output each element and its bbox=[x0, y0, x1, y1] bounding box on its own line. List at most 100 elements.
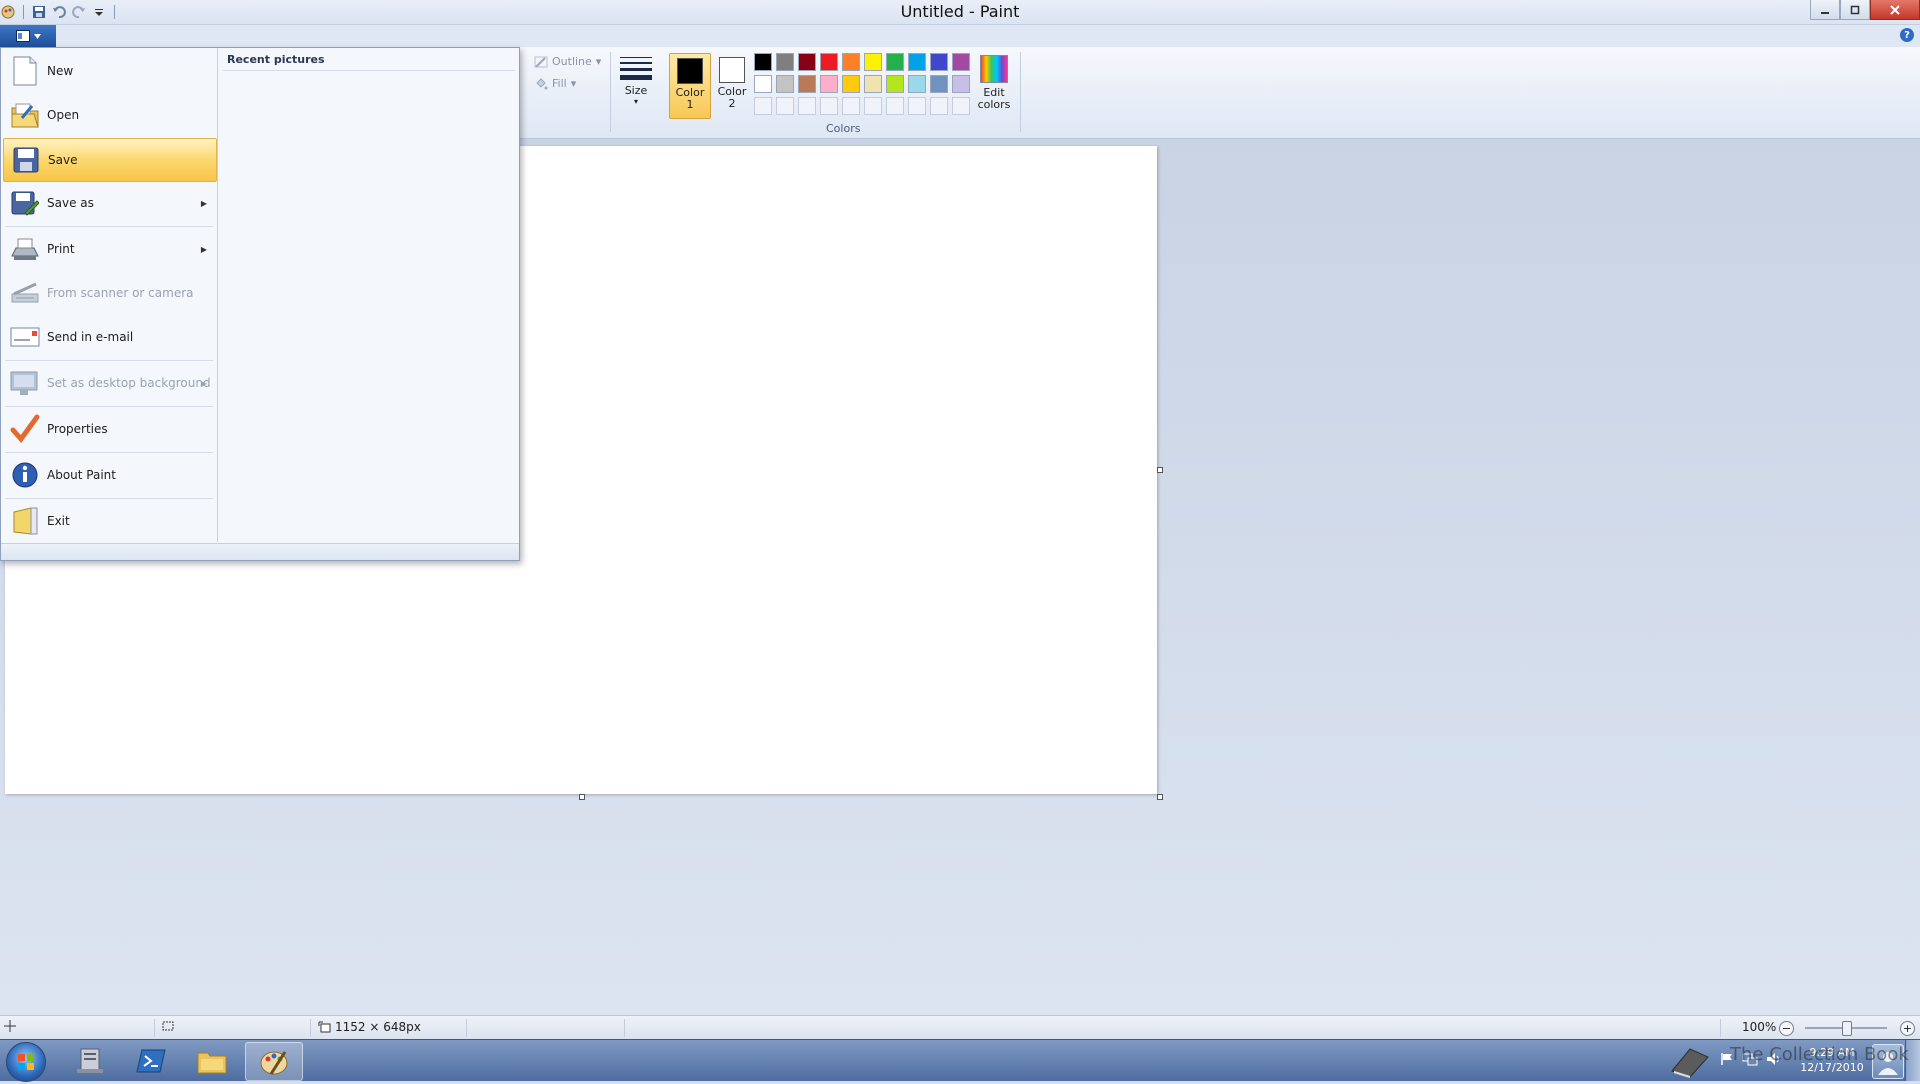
ribbon-tab-strip bbox=[0, 25, 1920, 47]
file-menu-commands: New Open Save Save as ▶ Print ▶ From sca… bbox=[1, 48, 218, 542]
menu-item-save-as[interactable]: Save as ▶ bbox=[3, 182, 215, 224]
taskbar-powershell[interactable] bbox=[123, 1042, 179, 1079]
palette-custom-swatch[interactable] bbox=[842, 97, 860, 115]
menu-item-label: Set as desktop background bbox=[47, 376, 211, 390]
canvas-size-icon bbox=[318, 1021, 331, 1033]
email-icon bbox=[9, 321, 41, 353]
palette-swatch[interactable] bbox=[754, 75, 772, 93]
maximize-button[interactable] bbox=[1840, 0, 1870, 20]
palette-custom-swatch[interactable] bbox=[886, 97, 904, 115]
edit-colors-label: Edit colors bbox=[977, 86, 1011, 111]
paint-menu-button[interactable] bbox=[0, 25, 56, 47]
window-controls bbox=[1810, 0, 1920, 20]
palette-swatch[interactable] bbox=[842, 53, 860, 71]
palette-swatch[interactable] bbox=[864, 75, 882, 93]
status-separator bbox=[310, 1019, 311, 1037]
palette-swatch[interactable] bbox=[886, 75, 904, 93]
palette-swatch[interactable] bbox=[864, 53, 882, 71]
color2-swatch bbox=[719, 57, 745, 83]
taskbar-paint[interactable] bbox=[245, 1042, 303, 1081]
folder-icon bbox=[197, 1052, 227, 1073]
status-bar: 1152 × 648px 100% − + bbox=[0, 1015, 1920, 1040]
zoom-out-button[interactable]: − bbox=[1779, 1021, 1794, 1036]
zoom-slider-thumb[interactable] bbox=[1842, 1021, 1852, 1036]
edit-colors-button[interactable]: Edit colors bbox=[974, 53, 1014, 111]
palette-swatch[interactable] bbox=[908, 53, 926, 71]
menu-item-properties[interactable]: Properties bbox=[3, 408, 215, 450]
size-button[interactable]: Size ▾ bbox=[618, 53, 654, 106]
status-separator bbox=[624, 1019, 625, 1037]
windows-logo-icon bbox=[18, 1054, 34, 1070]
help-icon[interactable]: ? bbox=[1900, 28, 1914, 42]
zoom-in-button[interactable]: + bbox=[1900, 1021, 1915, 1036]
palette-swatch[interactable] bbox=[798, 75, 816, 93]
server-manager-icon bbox=[77, 1048, 103, 1073]
taskbar-server-manager[interactable] bbox=[62, 1042, 118, 1079]
color1-button[interactable]: Color 1 bbox=[669, 53, 711, 119]
menu-item-send-email[interactable]: Send in e-mail bbox=[3, 316, 215, 358]
palette-custom-swatch[interactable] bbox=[798, 97, 816, 115]
menu-item-about-paint[interactable]: About Paint bbox=[3, 454, 215, 496]
palette-swatch[interactable] bbox=[842, 75, 860, 93]
palette-custom-swatch[interactable] bbox=[864, 97, 882, 115]
palette-swatch[interactable] bbox=[776, 75, 794, 93]
palette-swatch[interactable] bbox=[908, 75, 926, 93]
status-separator bbox=[1720, 1019, 1721, 1037]
palette-swatch[interactable] bbox=[820, 75, 838, 93]
menu-item-label: Save bbox=[48, 153, 78, 167]
menu-item-exit[interactable]: Exit bbox=[3, 500, 215, 542]
crosshair-icon bbox=[4, 1020, 16, 1032]
palette-custom-swatch[interactable] bbox=[820, 97, 838, 115]
new-document-icon bbox=[9, 55, 41, 87]
canvas-resize-handle-right[interactable] bbox=[1157, 467, 1163, 473]
outline-label: Outline bbox=[552, 55, 592, 68]
menu-item-label: About Paint bbox=[47, 468, 116, 482]
menu-item-label: From scanner or camera bbox=[47, 286, 194, 300]
menu-item-save[interactable]: Save bbox=[3, 138, 217, 182]
taskbar-explorer[interactable] bbox=[184, 1042, 240, 1079]
palette-swatch[interactable] bbox=[930, 75, 948, 93]
menu-item-from-scanner[interactable]: From scanner or camera bbox=[3, 272, 215, 314]
canvas-resize-handle-corner[interactable] bbox=[1157, 794, 1163, 800]
palette-swatch[interactable] bbox=[798, 53, 816, 71]
scanner-icon bbox=[9, 277, 41, 309]
palette-custom-swatch[interactable] bbox=[776, 97, 794, 115]
palette-swatch[interactable] bbox=[776, 53, 794, 71]
canvas-resize-handle-bottom[interactable] bbox=[579, 794, 585, 800]
color2-label: Color 2 bbox=[717, 85, 747, 110]
chevron-down-icon: ▾ bbox=[570, 77, 577, 90]
recent-pictures-divider bbox=[223, 70, 515, 71]
palette-swatch[interactable] bbox=[820, 53, 838, 71]
menu-item-new[interactable]: New bbox=[3, 50, 215, 92]
menu-item-set-desktop-background[interactable]: Set as desktop background ▶ bbox=[3, 362, 215, 404]
fill-button[interactable]: Fill ▾ bbox=[534, 77, 576, 90]
palette-swatch[interactable] bbox=[952, 53, 970, 71]
submenu-arrow-icon: ▶ bbox=[200, 244, 207, 254]
palette-swatch[interactable] bbox=[952, 75, 970, 93]
palette-swatch[interactable] bbox=[754, 53, 772, 71]
palette-custom-swatch[interactable] bbox=[908, 97, 926, 115]
menu-separator bbox=[5, 360, 213, 361]
minimize-button[interactable] bbox=[1810, 0, 1840, 20]
exit-icon bbox=[9, 505, 41, 537]
color-palette bbox=[754, 53, 970, 115]
palette-swatch[interactable] bbox=[886, 53, 904, 71]
window-title: Untitled - Paint bbox=[900, 2, 1020, 21]
taskbar: 9:29 AM 12/17/2010 bbox=[0, 1039, 1920, 1082]
file-menu: New Open Save Save as ▶ Print ▶ From sca… bbox=[0, 47, 520, 561]
close-button[interactable] bbox=[1870, 0, 1920, 20]
file-menu-footer bbox=[1, 543, 519, 560]
powershell-icon bbox=[136, 1049, 166, 1072]
palette-custom-swatch[interactable] bbox=[754, 97, 772, 115]
color1-label: Color 1 bbox=[675, 86, 705, 111]
outline-button[interactable]: Outline ▾ bbox=[534, 55, 601, 68]
palette-custom-swatch[interactable] bbox=[930, 97, 948, 115]
color2-button[interactable]: Color 2 bbox=[712, 53, 752, 117]
menu-item-open[interactable]: Open bbox=[3, 94, 215, 136]
start-button[interactable] bbox=[6, 1042, 46, 1082]
palette-swatch[interactable] bbox=[930, 53, 948, 71]
palette-custom-swatch[interactable] bbox=[952, 97, 970, 115]
printer-icon bbox=[9, 233, 41, 265]
menu-item-label: New bbox=[47, 64, 74, 78]
menu-item-print[interactable]: Print ▶ bbox=[3, 228, 215, 270]
